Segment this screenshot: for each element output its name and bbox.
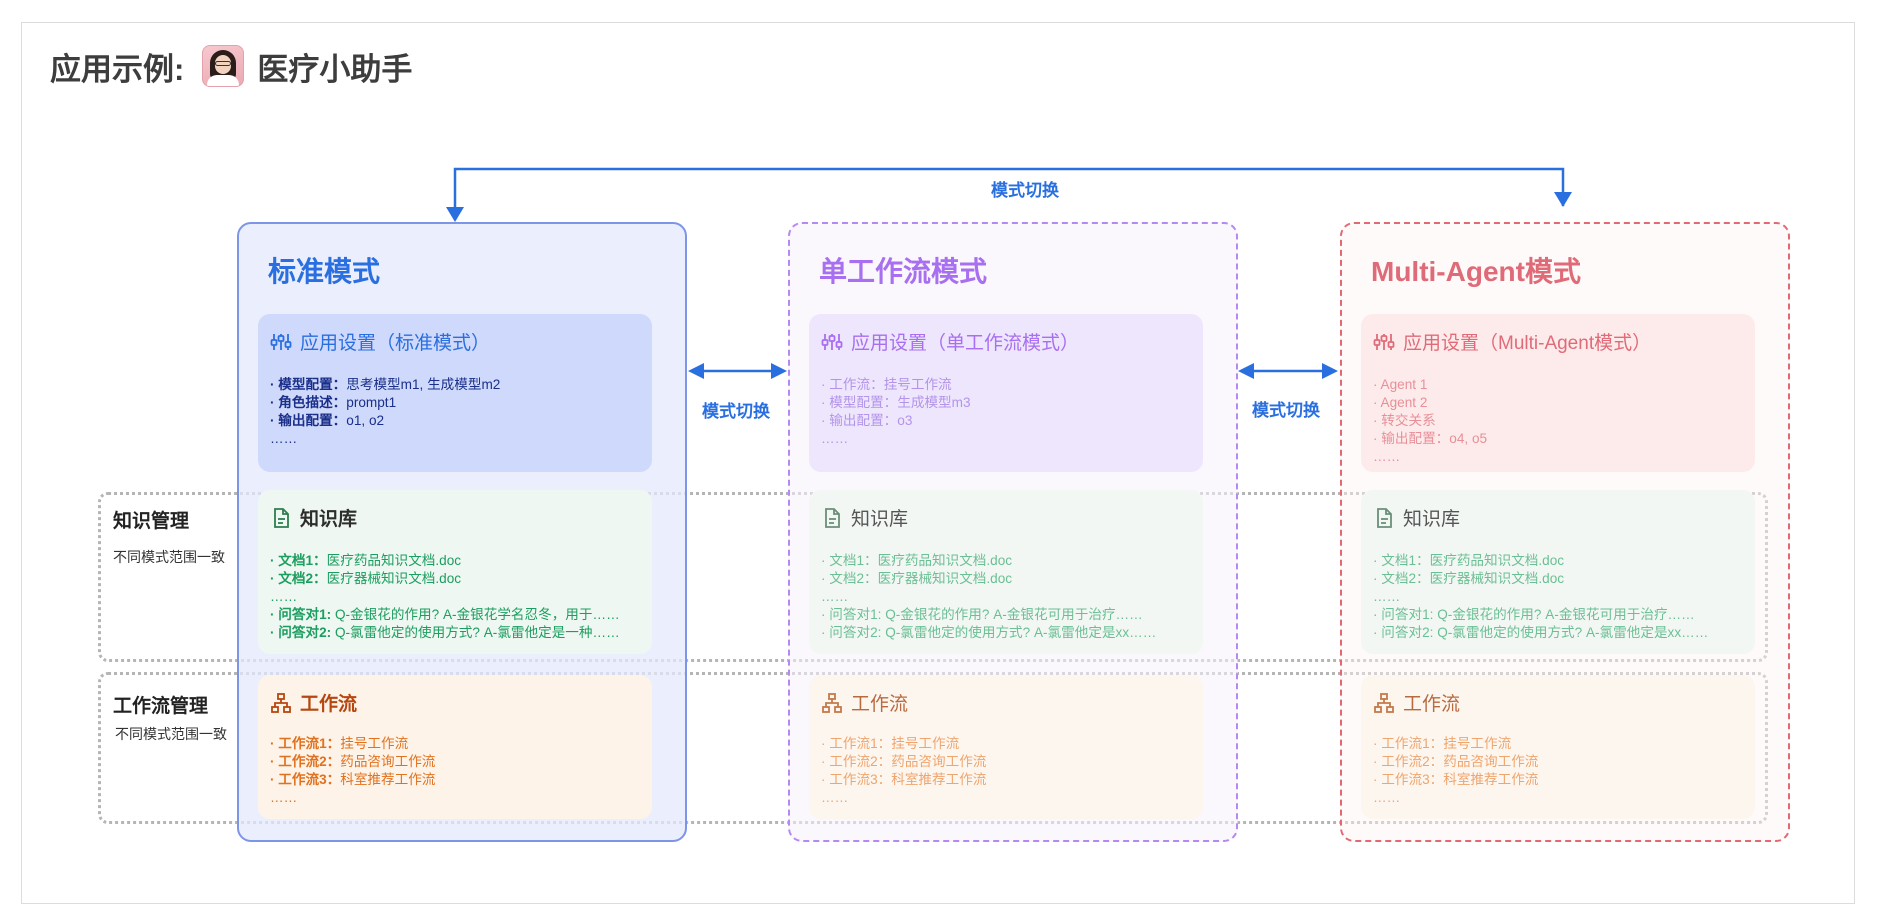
left-switch-label: 模式切换: [702, 402, 770, 421]
left-switch-arrow: [688, 363, 787, 379]
top-switch-label: 模式切换: [991, 181, 1059, 200]
connector-arrows: [446, 167, 1572, 379]
right-switch-arrow: [1238, 363, 1338, 379]
right-switch-label: 模式切换: [1252, 401, 1320, 420]
